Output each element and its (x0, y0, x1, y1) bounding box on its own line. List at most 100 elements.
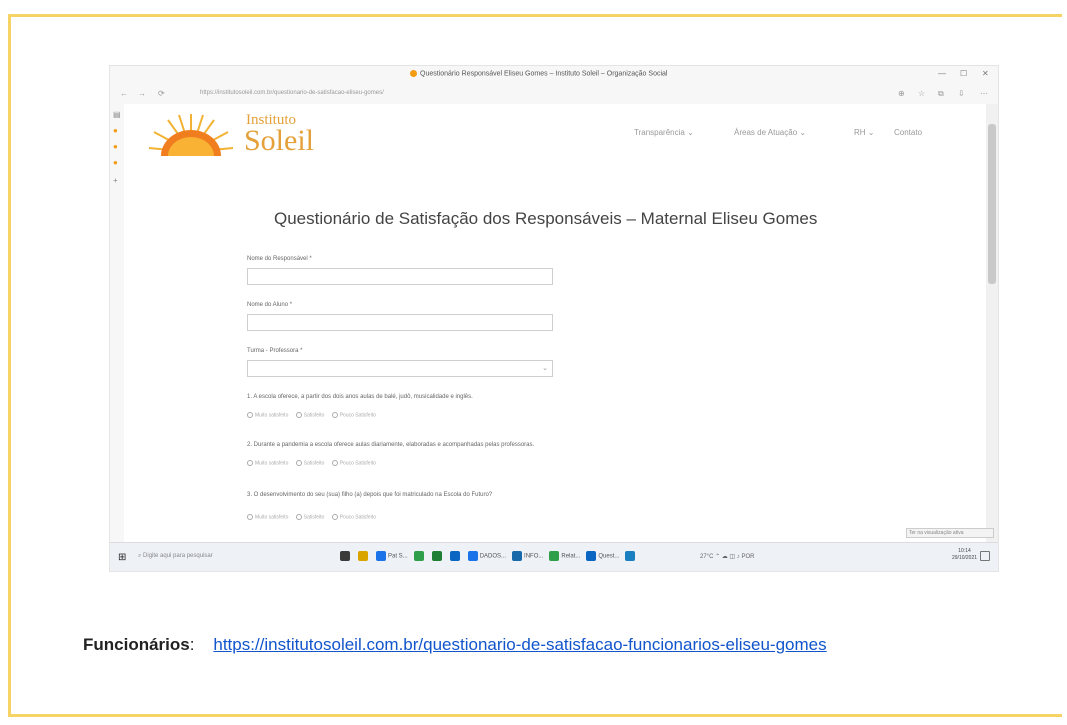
nav-areas-de-atuacao[interactable]: Áreas de Atuação ⌄ (734, 128, 806, 137)
url-field[interactable]: https://institutosoleil.com.br/questiona… (200, 90, 384, 96)
app-icon (625, 550, 636, 561)
menu-icon[interactable]: ⋯ (980, 89, 988, 98)
vertical-toolbar: ▤ ● ● ● + (110, 104, 125, 542)
employees-label: Funcionários (83, 635, 190, 654)
minimize-icon[interactable]: — (938, 69, 946, 78)
webpage: Instituto Soleil Transparência ⌄ Áreas d… (124, 104, 986, 542)
radio-option[interactable]: Muito satisfeito (247, 514, 288, 520)
tab-favicon-icon[interactable]: ● (113, 126, 118, 135)
label-separator: : (189, 635, 195, 654)
app-label: Relat... (561, 553, 581, 560)
taskbar-app-button[interactable] (431, 550, 444, 565)
sun-logo-icon (148, 114, 234, 162)
tabs-icon[interactable]: ▤ (113, 110, 121, 119)
taskbar-apps: Pat S... DADOS... INFO... Relat... Quest... (340, 549, 643, 565)
brand-title[interactable]: Soleil (244, 124, 314, 158)
radio-icon (331, 514, 338, 520)
downloads-icon[interactable]: ⇩ (958, 89, 965, 98)
taskbar-app-button[interactable]: DADOS... (467, 550, 507, 565)
app-icon (431, 550, 442, 561)
question-1: 1. A escola oferece, a partir dos dois a… (247, 394, 473, 400)
radio-option[interactable]: Satisfeito (295, 460, 324, 466)
tab-favicon-icon[interactable]: ● (113, 158, 118, 167)
footer-text: Funcionários: https://institutosoleil.co… (83, 630, 993, 660)
nav-rh[interactable]: RH ⌄ (854, 128, 874, 137)
radio-option[interactable]: Muito satisfeito (247, 460, 288, 466)
radio-icon (295, 460, 302, 466)
taskbar-app-button[interactable]: Relat... (549, 550, 581, 565)
taskbar-search[interactable]: ⌕ Digite aqui para pesquisar (138, 553, 213, 560)
app-icon (467, 550, 478, 561)
tooltip: Ter na visualização ativa (906, 528, 994, 538)
address-bar: ← → ⟳ https://institutosoleil.com.br/que… (110, 84, 998, 105)
responsible-name-input[interactable] (247, 268, 553, 285)
maximize-icon[interactable]: ☐ (960, 69, 967, 78)
question-2: 2. Durante a pandemia a escola oferece a… (247, 442, 535, 448)
radio-icon (247, 460, 253, 466)
favorite-icon[interactable]: ☆ (918, 89, 925, 98)
taskbar-app-button[interactable]: Quest... (586, 550, 620, 565)
windows-start-icon[interactable]: ⊞ (118, 552, 126, 563)
radio-option[interactable]: Satisfeito (295, 412, 324, 418)
taskbar-app-button[interactable] (358, 550, 370, 565)
taskbar-app-button[interactable] (625, 550, 637, 565)
radio-icon (295, 514, 302, 520)
radio-option[interactable]: Pouco Satisfeito (331, 460, 376, 466)
new-tab-icon[interactable]: + (113, 176, 118, 185)
radio-option[interactable]: Satisfeito (295, 514, 324, 520)
app-icon (413, 550, 424, 561)
radio-icon (295, 412, 302, 418)
nav-transparencia[interactable]: Transparência ⌄ (634, 128, 694, 137)
browser-logo-icon (410, 70, 417, 77)
question-1-options: Muito satisfeito Satisfeito Pouco Satisf… (247, 412, 382, 418)
taskbar-app-button[interactable]: Pat S... (376, 550, 408, 565)
app-label: INFO... (524, 553, 544, 560)
tab-favicon-icon[interactable]: ● (113, 142, 118, 151)
radio-icon (331, 412, 338, 418)
class-teacher-label: Turma - Professora * (247, 348, 303, 354)
system-tray[interactable]: 27°C ⌃ ☁ ◫ ♪ POR (700, 553, 754, 560)
app-icon (449, 550, 460, 561)
taskbar-app-button[interactable] (413, 550, 426, 565)
window-title: Questionário Responsável Eliseu Gomes – … (410, 70, 667, 77)
page-scrollbar[interactable] (986, 104, 998, 542)
zoom-icon[interactable]: ⊕ (898, 89, 905, 98)
reload-icon[interactable]: ⟳ (158, 89, 165, 98)
taskbar-clock[interactable]: 10:14 29/10/2021 (952, 548, 977, 562)
app-icon (358, 550, 368, 561)
student-name-input[interactable] (247, 314, 553, 331)
browser-title-bar: Questionário Responsável Eliseu Gomes – … (110, 66, 998, 84)
taskbar: ⊞ ⌕ Digite aqui para pesquisar Pat S... D… (110, 542, 998, 571)
nav-contato[interactable]: Contato (894, 128, 922, 137)
responsible-name-label: Nome do Responsável * (247, 256, 312, 262)
notification-icon[interactable] (980, 551, 990, 561)
app-label: DADOS... (479, 553, 507, 560)
app-icon (376, 550, 386, 561)
radio-icon (247, 412, 253, 418)
back-icon[interactable]: ← (120, 89, 128, 98)
forward-icon[interactable]: → (138, 89, 146, 98)
employees-survey-link[interactable]: https://institutosoleil.com.br/questiona… (213, 635, 826, 654)
app-label: Pat S... (388, 553, 408, 560)
app-label: Quest... (598, 553, 620, 560)
question-2-options: Muito satisfeito Satisfeito Pouco Satisf… (247, 460, 382, 466)
embedded-screenshot: Questionário Responsável Eliseu Gomes – … (109, 65, 999, 572)
chevron-down-icon: ⌄ (542, 365, 548, 372)
class-teacher-select[interactable]: ⌄ (247, 360, 553, 377)
question-3: 3. O desenvolvimento do seu (sua) filho … (247, 492, 493, 498)
close-icon[interactable]: ✕ (982, 69, 989, 78)
collections-icon[interactable]: ⧉ (938, 89, 944, 99)
radio-option[interactable]: Pouco Satisfeito (331, 514, 376, 520)
app-icon (549, 550, 560, 561)
taskbar-app-button[interactable] (449, 550, 462, 565)
app-icon (340, 550, 350, 561)
app-icon (512, 550, 523, 561)
taskbar-app-button[interactable] (340, 550, 352, 565)
student-name-label: Nome do Aluno * (247, 302, 293, 308)
radio-option[interactable]: Muito satisfeito (247, 412, 288, 418)
radio-option[interactable]: Pouco Satisfeito (331, 412, 376, 418)
taskbar-app-button[interactable]: INFO... (512, 550, 544, 565)
app-icon (586, 550, 597, 561)
question-3-options: Muito satisfeito Satisfeito Pouco Satisf… (247, 514, 382, 520)
scrollbar-thumb[interactable] (988, 124, 996, 284)
